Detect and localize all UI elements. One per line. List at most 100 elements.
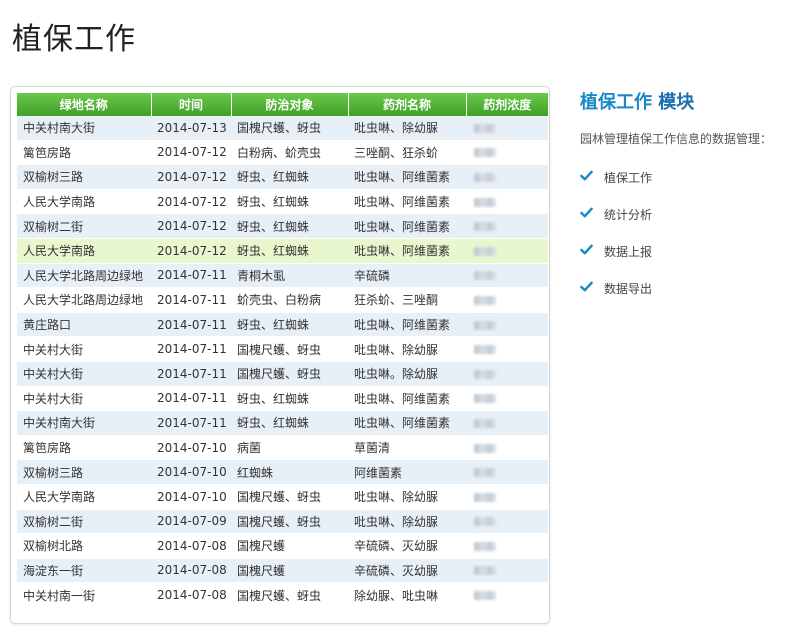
page-title: 植保工作 bbox=[12, 22, 136, 57]
column-header-date[interactable]: 时间 bbox=[151, 93, 232, 116]
redacted-value bbox=[474, 222, 496, 232]
cell-target: 红蜘蛛 bbox=[231, 459, 348, 485]
cell-date: 2014-07-12 bbox=[151, 213, 231, 239]
cell-target: 蚧壳虫、白粉病 bbox=[231, 287, 348, 313]
cell-site: 人民大学北路周边绿地 bbox=[17, 287, 151, 313]
cell-date: 2014-07-08 bbox=[151, 582, 231, 608]
cell-agent: 辛硫磷、灭幼脲 bbox=[348, 533, 466, 559]
cell-concentration bbox=[466, 582, 548, 608]
cell-concentration bbox=[466, 361, 548, 387]
feature-label: 数据导出 bbox=[604, 282, 653, 296]
cell-agent: 吡虫啉、除幼脲 bbox=[348, 336, 466, 362]
cell-agent: 草菌清 bbox=[348, 435, 466, 461]
redacted-value bbox=[474, 418, 496, 428]
redacted-value bbox=[474, 517, 496, 527]
cell-site: 双榆树三路 bbox=[17, 459, 151, 485]
table-row[interactable]: 双榆树三路 2014-07-12 蚜虫、红蜘蛛 吡虫啉、阿维菌素 bbox=[17, 164, 548, 190]
cell-agent: 吡虫啉、阿维菌素 bbox=[348, 164, 466, 190]
table-row[interactable]: 双榆树二街 2014-07-12 蚜虫、红蜘蛛 吡虫啉、阿维菌素 bbox=[17, 213, 548, 239]
cell-date: 2014-07-08 bbox=[151, 558, 231, 584]
cell-date: 2014-07-10 bbox=[151, 459, 231, 485]
table-row[interactable]: 中关村大街 2014-07-11 国槐尺蠖、蚜虫 吡虫啉、除幼脲 bbox=[17, 336, 548, 362]
column-header-site[interactable]: 绿地名称 bbox=[17, 93, 152, 116]
cell-target: 病菌 bbox=[231, 435, 348, 461]
table-row[interactable]: 人民大学北路周边绿地 2014-07-11 青桐木虱 辛硫磷 bbox=[17, 263, 548, 289]
check-icon bbox=[580, 280, 594, 294]
table-row[interactable]: 人民大学南路 2014-07-10 国槐尺蠖、蚜虫 吡虫啉、除幼脲 bbox=[17, 484, 548, 510]
cell-date: 2014-07-11 bbox=[151, 312, 231, 338]
cell-concentration bbox=[466, 238, 548, 264]
feature-list: 植保工作 统计分析 数据上报 数据导出 bbox=[580, 169, 810, 317]
feature-item: 数据导出 bbox=[580, 280, 810, 317]
module-title-prefix: 植保工作 bbox=[580, 92, 652, 113]
cell-site: 中关村大街 bbox=[17, 361, 151, 387]
cell-agent: 三唑酮、狂杀蚧 bbox=[348, 140, 466, 166]
table-row[interactable]: 中关村南大街 2014-07-13 国槐尺蠖、蚜虫 吡虫啉、除幼脲 bbox=[17, 116, 548, 141]
table-row[interactable]: 双榆树北路 2014-07-08 国槐尺蠖 辛硫磷、灭幼脲 bbox=[17, 533, 548, 559]
table-row[interactable]: 人民大学南路 2014-07-12 蚜虫、红蜘蛛 吡虫啉、阿维菌素 bbox=[17, 189, 548, 215]
table-row[interactable]: 黄庄路口 2014-07-11 蚜虫、红蜘蛛 吡虫啉、阿维菌素 bbox=[17, 312, 548, 338]
cell-concentration bbox=[466, 336, 548, 362]
redacted-value bbox=[474, 492, 496, 502]
cell-concentration bbox=[466, 484, 548, 510]
cell-target: 国槐尺蠖、蚜虫 bbox=[231, 361, 348, 387]
table-row[interactable]: 中关村南一街 2014-07-08 国槐尺蠖、蚜虫 除幼脲、吡虫啉 bbox=[17, 582, 548, 608]
cell-concentration bbox=[466, 509, 548, 535]
table-row[interactable]: 双榆树二街 2014-07-09 国槐尺蠖、蚜虫 吡虫啉、除幼脲 bbox=[17, 509, 548, 535]
cell-agent: 辛硫磷、灭幼脲 bbox=[348, 558, 466, 584]
table-row[interactable]: 中关村大街 2014-07-11 国槐尺蠖、蚜虫 吡虫啉。除幼脲 bbox=[17, 361, 548, 387]
table-row[interactable]: 篱笆房路 2014-07-12 白粉病、蚧壳虫 三唑酮、狂杀蚧 bbox=[17, 140, 548, 166]
redacted-value bbox=[474, 566, 496, 576]
cell-site: 海淀东一街 bbox=[17, 558, 151, 584]
cell-concentration bbox=[466, 140, 548, 166]
redacted-value bbox=[474, 591, 496, 601]
table-row[interactable]: 海淀东一街 2014-07-08 国槐尺蠖 辛硫磷、灭幼脲 bbox=[17, 558, 548, 584]
cell-date: 2014-07-08 bbox=[151, 533, 231, 559]
cell-concentration bbox=[466, 116, 548, 141]
cell-agent: 吡虫啉、阿维菌素 bbox=[348, 386, 466, 412]
feature-label: 统计分析 bbox=[604, 208, 653, 222]
redacted-value bbox=[474, 271, 496, 281]
cell-date: 2014-07-13 bbox=[151, 116, 231, 141]
table-row[interactable]: 双榆树三路 2014-07-10 红蜘蛛 阿维菌素 bbox=[17, 459, 548, 485]
table-row[interactable]: 中关村南大街 2014-07-11 蚜虫、红蜘蛛 吡虫啉、阿维菌素 bbox=[17, 410, 548, 436]
cell-date: 2014-07-12 bbox=[151, 238, 231, 264]
column-header-agent[interactable]: 药剂名称 bbox=[348, 93, 467, 116]
cell-agent: 吡虫啉、阿维菌素 bbox=[348, 410, 466, 436]
cell-date: 2014-07-11 bbox=[151, 361, 231, 387]
table-row[interactable]: 人民大学北路周边绿地 2014-07-11 蚧壳虫、白粉病 狂杀蚧、三唑酮 bbox=[17, 287, 548, 313]
cell-target: 国槐尺蠖 bbox=[231, 558, 348, 584]
cell-target: 国槐尺蠖、蚜虫 bbox=[231, 116, 348, 141]
feature-item: 数据上报 bbox=[580, 243, 810, 280]
table-row[interactable]: 篱笆房路 2014-07-10 病菌 草菌清 bbox=[17, 435, 548, 461]
cell-concentration bbox=[466, 386, 548, 412]
cell-concentration bbox=[466, 189, 548, 215]
pest-control-table: 绿地名称 时间 防治对象 药剂名称 药剂浓度 中关村南大街 2014-07-13 国… bbox=[17, 93, 548, 608]
cell-target: 国槐尺蠖、蚜虫 bbox=[231, 582, 348, 608]
cell-date: 2014-07-10 bbox=[151, 484, 231, 510]
cell-target: 蚜虫、红蜘蛛 bbox=[231, 386, 348, 412]
cell-site: 双榆树三路 bbox=[17, 164, 151, 190]
redacted-value bbox=[474, 468, 496, 478]
redacted-value bbox=[474, 394, 496, 404]
cell-target: 蚜虫、红蜘蛛 bbox=[231, 238, 348, 264]
cell-target: 国槐尺蠖、蚜虫 bbox=[231, 336, 348, 362]
check-icon bbox=[580, 206, 594, 220]
column-header-concentration[interactable]: 药剂浓度 bbox=[466, 93, 548, 116]
redacted-value bbox=[474, 197, 496, 207]
cell-concentration bbox=[466, 459, 548, 485]
cell-target: 青桐木虱 bbox=[231, 263, 348, 289]
cell-agent: 吡虫啉、阿维菌素 bbox=[348, 189, 466, 215]
cell-concentration bbox=[466, 164, 548, 190]
cell-concentration bbox=[466, 558, 548, 584]
cell-target: 蚜虫、红蜘蛛 bbox=[231, 189, 348, 215]
check-icon bbox=[580, 169, 594, 183]
cell-site: 中关村南大街 bbox=[17, 410, 151, 436]
table-row[interactable]: 人民大学南路 2014-07-12 蚜虫、红蜘蛛 吡虫啉、阿维菌素 bbox=[17, 238, 548, 264]
cell-date: 2014-07-11 bbox=[151, 336, 231, 362]
cell-agent: 吡虫啉、阿维菌素 bbox=[348, 312, 466, 338]
cell-concentration bbox=[466, 287, 548, 313]
cell-target: 国槐尺蠖 bbox=[231, 533, 348, 559]
table-row[interactable]: 中关村大街 2014-07-11 蚜虫、红蜘蛛 吡虫啉、阿维菌素 bbox=[17, 386, 548, 412]
column-header-target[interactable]: 防治对象 bbox=[231, 93, 349, 116]
